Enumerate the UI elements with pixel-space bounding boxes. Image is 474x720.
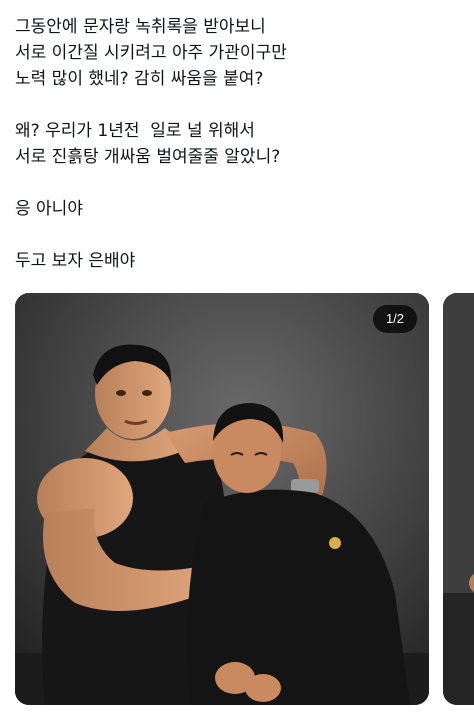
tweet-text-line: 서로 진흙탕 개싸움 벌여줄줄 알았니? [15, 147, 281, 167]
tweet-photo[interactable]: 1/2 [15, 293, 429, 705]
tweet-text-line: 왜? 우리가 1년전 일로 널 위해서 [15, 121, 255, 141]
tweet-text: 그동안에 문자랑 녹취록을 받아보니 서로 이간질 시키려고 아주 가관이구만 … [15, 14, 460, 274]
photo-icon [443, 293, 474, 705]
tweet-text-line: 응 아니야 [15, 199, 83, 219]
media-counter: 1/2 [373, 305, 417, 333]
next-photo-preview[interactable] [443, 293, 474, 705]
tweet-post: 그동안에 문자랑 녹취록을 받아보니 서로 이간질 시키려고 아주 가관이구만 … [0, 0, 474, 720]
tweet-text-line: 노력 많이 했네? 감히 싸움을 붙여? [15, 69, 264, 89]
tweet-text-line: 그동안에 문자랑 녹취록을 받아보니 [15, 17, 266, 37]
media-carousel[interactable]: 1/2 [15, 293, 474, 720]
tweet-text-line: 두고 보자 은배야 [15, 251, 136, 271]
photo-icon [15, 293, 429, 705]
tweet-text-line: 서로 이간질 시키려고 아주 가관이구만 [15, 43, 287, 63]
